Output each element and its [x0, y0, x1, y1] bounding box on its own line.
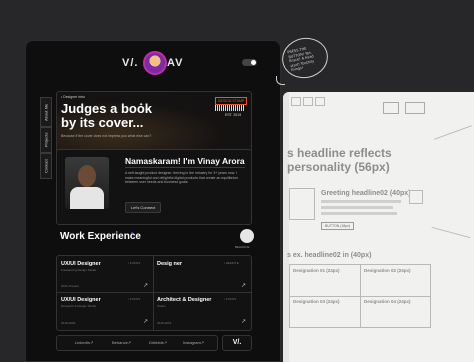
wf-headline1: s headline reflects: [287, 146, 392, 160]
behance-badge-label: BEHANCE: [235, 245, 250, 249]
wf-designation: Designation 01 (24px): [293, 268, 340, 273]
wf-badge-icon: [409, 190, 423, 204]
divider: [153, 256, 154, 330]
work-experience-title: Work Experience: [60, 231, 141, 242]
annotation-arrow-icon: [276, 76, 285, 85]
wf-image-placeholder: [289, 188, 315, 220]
tab-contact[interactable]: Contact: [40, 153, 52, 179]
wf-annotation-line: [431, 226, 471, 239]
job-tag: • FUKOS: [128, 261, 141, 265]
wf-greeting-h2: Greeting headline02 (40px): [321, 190, 411, 197]
wf-badge-icon: [405, 102, 425, 114]
job-period: 2019-2020: [61, 321, 76, 325]
work-grid: UX/UI Designer Freelancing Design Studio…: [56, 255, 252, 331]
wf-badge-icon: [383, 102, 399, 114]
wf-text-line: [321, 200, 401, 203]
wf-text-line: [321, 212, 397, 215]
tab-about-me[interactable]: About Me: [40, 97, 52, 127]
job-company: Studio: [157, 304, 166, 308]
profile-photo: [65, 157, 109, 209]
divider: [57, 292, 251, 293]
tab-projects[interactable]: Projects: [40, 127, 52, 153]
wf-annotation-line: [434, 125, 472, 140]
intro-bio: A self-taught product designer, thriving…: [125, 171, 239, 184]
instagram-link[interactable]: Instagram↗: [183, 340, 204, 345]
behance-badge-icon: [240, 229, 254, 243]
logo-right[interactable]: AV: [167, 57, 183, 69]
annotation-bubble: PRESS THE BUTTON! Yes. Brace! A head sta…: [278, 33, 332, 83]
arrow-icon[interactable]: ↗: [241, 282, 246, 289]
job-company: Research & Design Studio: [61, 304, 97, 308]
wf-designation: Designation 04 (24px): [364, 299, 411, 304]
arrow-icon[interactable]: ↗: [241, 318, 246, 325]
job-role: Desig ner: [157, 261, 183, 267]
stamp-badge-top: DESIGN STAMP: [215, 97, 248, 105]
linkedin-link[interactable]: LinkedIn↗: [75, 340, 93, 345]
barcode-icon: [215, 105, 245, 111]
wf-button[interactable]: BUTTON (18px): [321, 222, 355, 230]
job-role: UX/UI Designer: [61, 297, 101, 303]
lets-connect-button[interactable]: Let's Connect: [125, 202, 162, 213]
hero-eyebrow: • Designer intro: [61, 95, 85, 99]
intro-card: Namaskaram! I'm Vinay Arora A self-taugh…: [56, 149, 252, 225]
job-role: UX/UI Designer: [61, 261, 101, 267]
wf-headline2: personality (56px): [287, 160, 390, 174]
job-tag: • FUKOS: [224, 297, 237, 301]
footer-logo[interactable]: V/.: [222, 335, 252, 351]
intro-greeting: Namaskaram! I'm Vinay Arora: [125, 156, 245, 166]
stamp-badge-bottom: EST. 2019: [225, 113, 242, 117]
hero-subtitle: Because if the cover does not impress yo…: [61, 134, 152, 138]
wf-designation: Designation 03 (24px): [293, 299, 340, 304]
sparkle-icon: ✦: [139, 102, 144, 108]
job-period: 2016-2019: [157, 321, 172, 325]
logo-left[interactable]: V/.: [122, 57, 138, 69]
hero-title-line2: by its cover...: [61, 115, 144, 130]
dribbble-link[interactable]: Dribbble↗: [149, 340, 167, 345]
job-company: Freelancing Design Studio: [61, 268, 97, 272]
wf-section-h2: s ex. headline02 in (40px): [287, 252, 372, 259]
job-role: Architect & Designer: [157, 297, 212, 303]
wf-nav: [291, 97, 351, 106]
theme-toggle[interactable]: [242, 59, 257, 66]
wf-designation: Designation 02 (24px): [364, 268, 411, 273]
footer-links-bar: LinkedIn↗ Behance↗ Dribbble↗ Instagram↗: [56, 335, 218, 351]
avatar: [143, 51, 167, 75]
wireframe-page: s headline reflects personality (56px) G…: [283, 92, 474, 362]
arrow-icon[interactable]: ↗: [143, 282, 148, 289]
job-tag: • REMOTE: [224, 261, 239, 265]
portfolio-dark-page: V/. AV About Me Projects Contact • Desig…: [25, 40, 281, 362]
job-period: 2021-Present: [61, 284, 80, 288]
wf-text-line: [321, 206, 393, 209]
arrow-icon[interactable]: ↗: [143, 318, 148, 325]
annotation-note: PRESS THE BUTTON! Yes. Brace! A head sta…: [287, 46, 315, 73]
sparkle-icon: ✦: [130, 231, 135, 237]
divider: [125, 167, 245, 168]
wf-designation-grid: Designation 01 (24px) Designation 02 (24…: [289, 264, 431, 328]
job-tag: • FUKOS: [128, 297, 141, 301]
behance-link[interactable]: Behance↗: [112, 340, 131, 345]
